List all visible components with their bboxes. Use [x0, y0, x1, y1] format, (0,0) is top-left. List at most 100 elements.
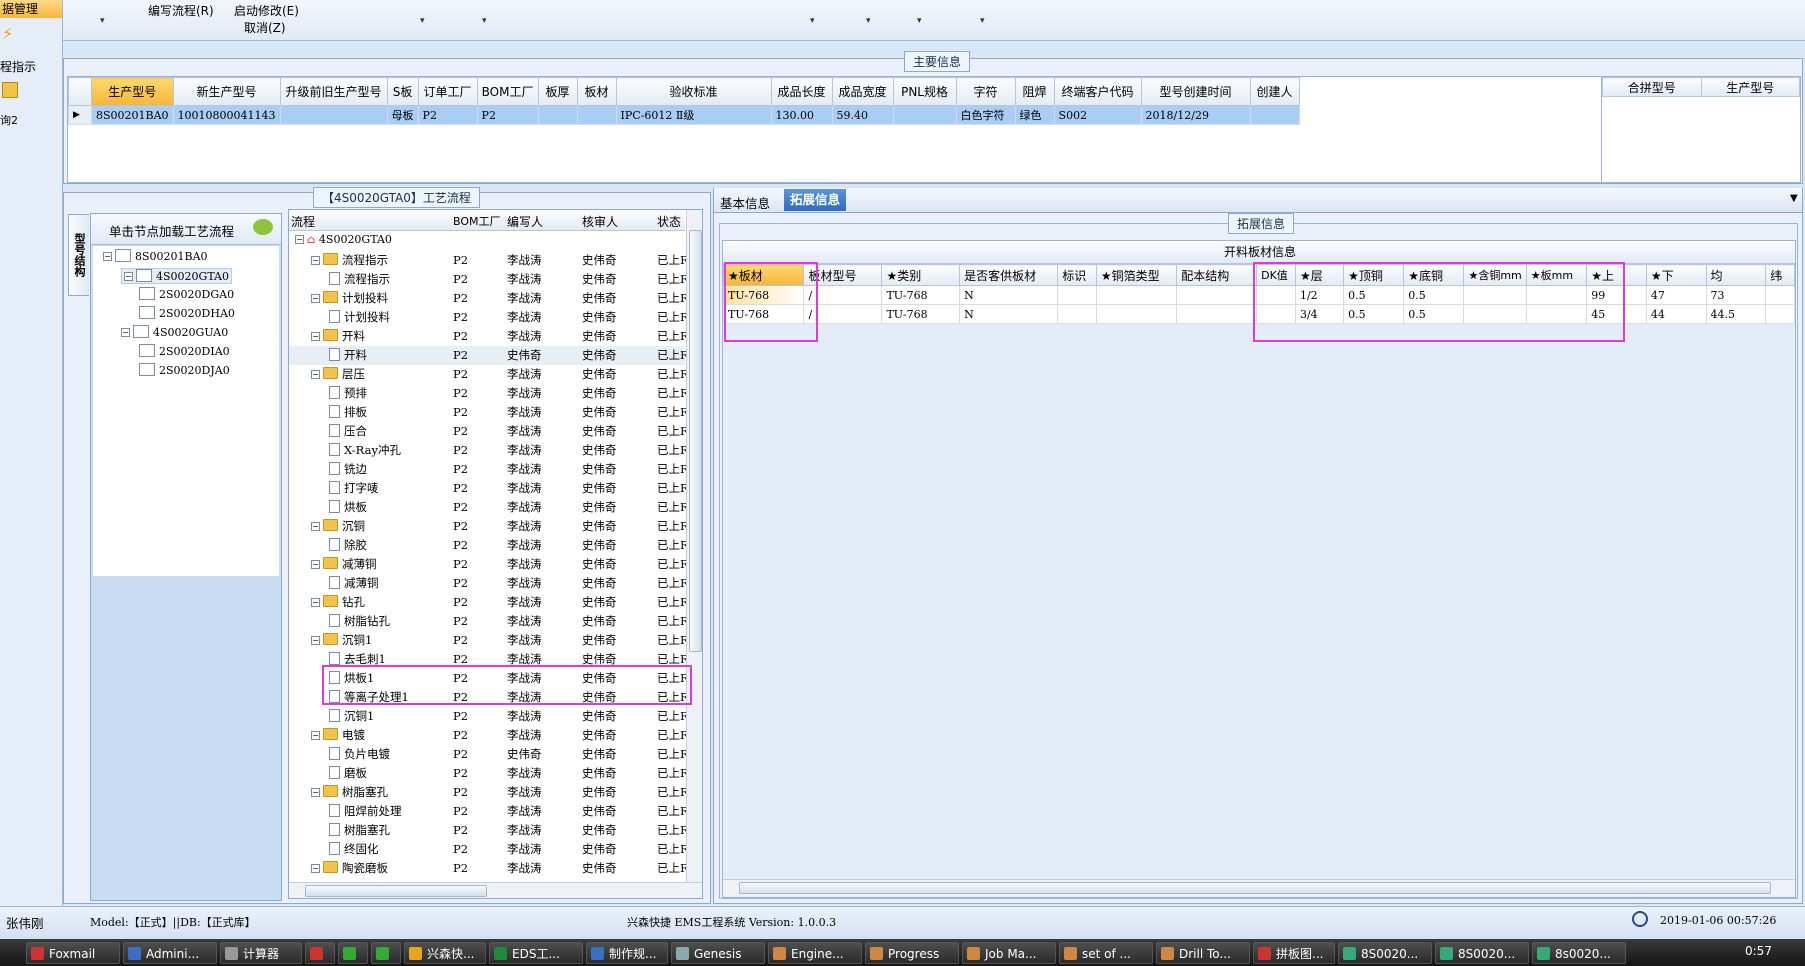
dropdown-icon[interactable]: ▾ [980, 16, 985, 26]
nav-item-flow[interactable]: 程指示 [0, 58, 36, 75]
collapse-icon[interactable]: − [311, 522, 320, 531]
table-cell[interactable]: P2 [417, 105, 478, 125]
flow-row[interactable]: 开料 P2 史伟奇 史伟奇 已上R [289, 346, 689, 365]
taskbar-button[interactable]: Admini... [123, 942, 217, 964]
col-header[interactable]: 成品长度 [770, 77, 833, 106]
collapse-icon[interactable]: − [311, 731, 320, 740]
taskbar-button[interactable]: 8s0020... [1532, 942, 1626, 964]
col-header[interactable]: 生产型号 [1700, 77, 1800, 97]
col-header[interactable]: 升级前旧生产型号 [279, 77, 388, 106]
flow-row[interactable]: 终固化 P2 李战涛 史伟奇 已上R [289, 840, 689, 859]
col-header[interactable]: 配本结构 [1176, 264, 1258, 286]
dropdown-icon[interactable]: ▾ [420, 16, 425, 26]
table-cell[interactable]: N [959, 304, 1059, 324]
tree-node[interactable]: 2S0020DGA0 [139, 287, 234, 301]
collapse-icon[interactable]: − [311, 864, 320, 873]
table-cell[interactable] [576, 105, 617, 125]
flow-row[interactable]: X-Ray冲孔 P2 李战涛 史伟奇 已上R [289, 441, 689, 460]
taskbar-button[interactable]: Job Ma... [962, 942, 1056, 964]
flow-row[interactable]: − 开料 P2 李战涛 史伟奇 已上R [289, 327, 689, 346]
table-cell[interactable]: N [959, 285, 1059, 305]
flow-row[interactable]: − 陶瓷磨板 P2 李战涛 史伟奇 已上R [289, 859, 689, 878]
dropdown-icon[interactable]: ▾ [917, 16, 922, 26]
taskbar-clock[interactable]: 0:57 [1745, 944, 1772, 958]
col-header[interactable]: ★下 [1645, 264, 1707, 286]
table-cell[interactable]: 73 [1705, 285, 1767, 305]
taskbar-button[interactable]: Drill To... [1156, 942, 1250, 964]
col-header[interactable]: 流程 [291, 213, 315, 230]
table-cell[interactable]: TU-768 [881, 285, 961, 305]
col-header[interactable]: 终端客户代码 [1053, 77, 1142, 106]
flow-row[interactable]: 树脂钻孔 P2 李战涛 史伟奇 已上R [289, 612, 689, 631]
table-row[interactable]: ▶ 8S00201BA0 10010800041143 母板 P2 P2 IPC… [68, 105, 1300, 125]
flow-root[interactable]: − ⌂ 4S0020GTA0 [295, 233, 392, 246]
table-cell[interactable] [1176, 304, 1258, 324]
table-cell[interactable]: TU-768 [881, 304, 961, 324]
table-cell[interactable] [1095, 304, 1178, 324]
tree-node[interactable]: 2S0020DIA0 [139, 344, 230, 358]
col-header[interactable]: 标识 [1057, 264, 1097, 286]
flow-row[interactable]: 阻焊前处理 P2 李战涛 史伟奇 已上R [289, 802, 689, 821]
dropdown-icon[interactable]: ▾ [866, 16, 871, 26]
flow-row[interactable]: 铣边 P2 李战涛 史伟奇 已上R [289, 460, 689, 479]
table-cell[interactable]: 10010800041143 [172, 105, 281, 125]
menu-cancel[interactable]: 取消(Z) [244, 19, 286, 36]
col-header[interactable]: 核审人 [582, 213, 618, 230]
flow-row[interactable]: 排板 P2 李战涛 史伟奇 已上R [289, 403, 689, 422]
col-header[interactable]: 合拼型号 [1602, 77, 1702, 97]
collapse-icon[interactable]: − [311, 332, 320, 341]
table-cell[interactable]: 绿色 [1014, 105, 1055, 125]
tab-model-structure[interactable]: 型号结构 [68, 214, 89, 296]
table-cell[interactable]: S002 [1053, 105, 1142, 125]
collapse-icon[interactable]: − [311, 256, 320, 265]
table-cell[interactable] [537, 105, 578, 125]
collapse-icon[interactable]: − [103, 252, 112, 261]
table-cell[interactable] [1057, 285, 1097, 305]
collapse-icon[interactable]: − [295, 235, 304, 244]
dropdown-icon[interactable]: ▾ [100, 16, 105, 26]
taskbar-button[interactable]: 8S0020... [1435, 942, 1529, 964]
col-header[interactable]: 字符 [955, 77, 1016, 106]
collapse-icon[interactable]: − [311, 294, 320, 303]
tree-node[interactable]: − 8S00201BA0 [103, 249, 208, 263]
col-header[interactable]: 验收标准 [615, 77, 772, 106]
table-cell[interactable]: 白色字符 [955, 105, 1016, 125]
taskbar-button[interactable]: Foxmail [26, 942, 120, 964]
col-header[interactable]: 状态 [657, 213, 681, 230]
flow-row[interactable]: 负片电镀 P2 史伟奇 史伟奇 已上R [289, 745, 689, 764]
table-cell[interactable]: 8S00201BA0 [91, 105, 174, 125]
table-cell[interactable] [279, 105, 388, 125]
collapse-icon[interactable]: − [311, 370, 320, 379]
flow-row[interactable]: − 计划投料 P2 李战涛 史伟奇 已上R [289, 289, 689, 308]
table-cell[interactable] [1765, 285, 1795, 305]
taskbar-button[interactable]: Engine... [768, 942, 862, 964]
flow-row[interactable]: − 减薄铜 P2 李战涛 史伟奇 已上R [289, 555, 689, 574]
flow-hscrollbar[interactable] [289, 882, 702, 898]
taskbar-button[interactable]: EDS工... [489, 942, 583, 964]
flow-row[interactable]: − 沉铜1 P2 李战涛 史伟奇 已上R [289, 631, 689, 650]
table-cell[interactable]: IPC-6012 Ⅱ级 [615, 105, 772, 125]
table-cell[interactable] [1057, 304, 1097, 324]
table-cell[interactable]: 47 [1645, 285, 1707, 305]
collapse-icon[interactable]: − [311, 636, 320, 645]
scroll-thumb[interactable] [689, 230, 702, 652]
ext-hscrollbar[interactable] [723, 879, 1795, 896]
flow-row[interactable]: 打字唛 P2 李战涛 史伟奇 已上R [289, 479, 689, 498]
table-cell[interactable]: 44.5 [1705, 304, 1767, 324]
nav-item-query[interactable]: 询2 [0, 112, 18, 128]
col-header[interactable]: 订单工厂 [417, 77, 478, 106]
flow-row[interactable]: − 沉铜 P2 李战涛 史伟奇 已上R [289, 517, 689, 536]
dropdown-icon[interactable]: ▾ [482, 16, 487, 26]
tree-node[interactable]: 2S0020DJA0 [139, 363, 230, 377]
taskbar-button[interactable]: Genesis [671, 942, 765, 964]
flow-row[interactable]: 磨板 P2 李战涛 史伟奇 已上R [289, 764, 689, 783]
col-header[interactable]: 型号创建时间 [1140, 77, 1251, 106]
scroll-thumb[interactable] [305, 885, 487, 897]
col-header[interactable]: 编写人 [507, 213, 543, 230]
table-cell[interactable]: P2 [476, 105, 539, 125]
taskbar-button[interactable]: 拼板图... [1253, 942, 1335, 964]
table-cell[interactable]: 130.00 [770, 105, 833, 125]
taskbar-button[interactable]: 兴森快... [404, 942, 486, 964]
flow-row[interactable]: 树脂塞孔 P2 李战涛 史伟奇 已上R [289, 821, 689, 840]
table-cell[interactable] [1249, 105, 1300, 125]
